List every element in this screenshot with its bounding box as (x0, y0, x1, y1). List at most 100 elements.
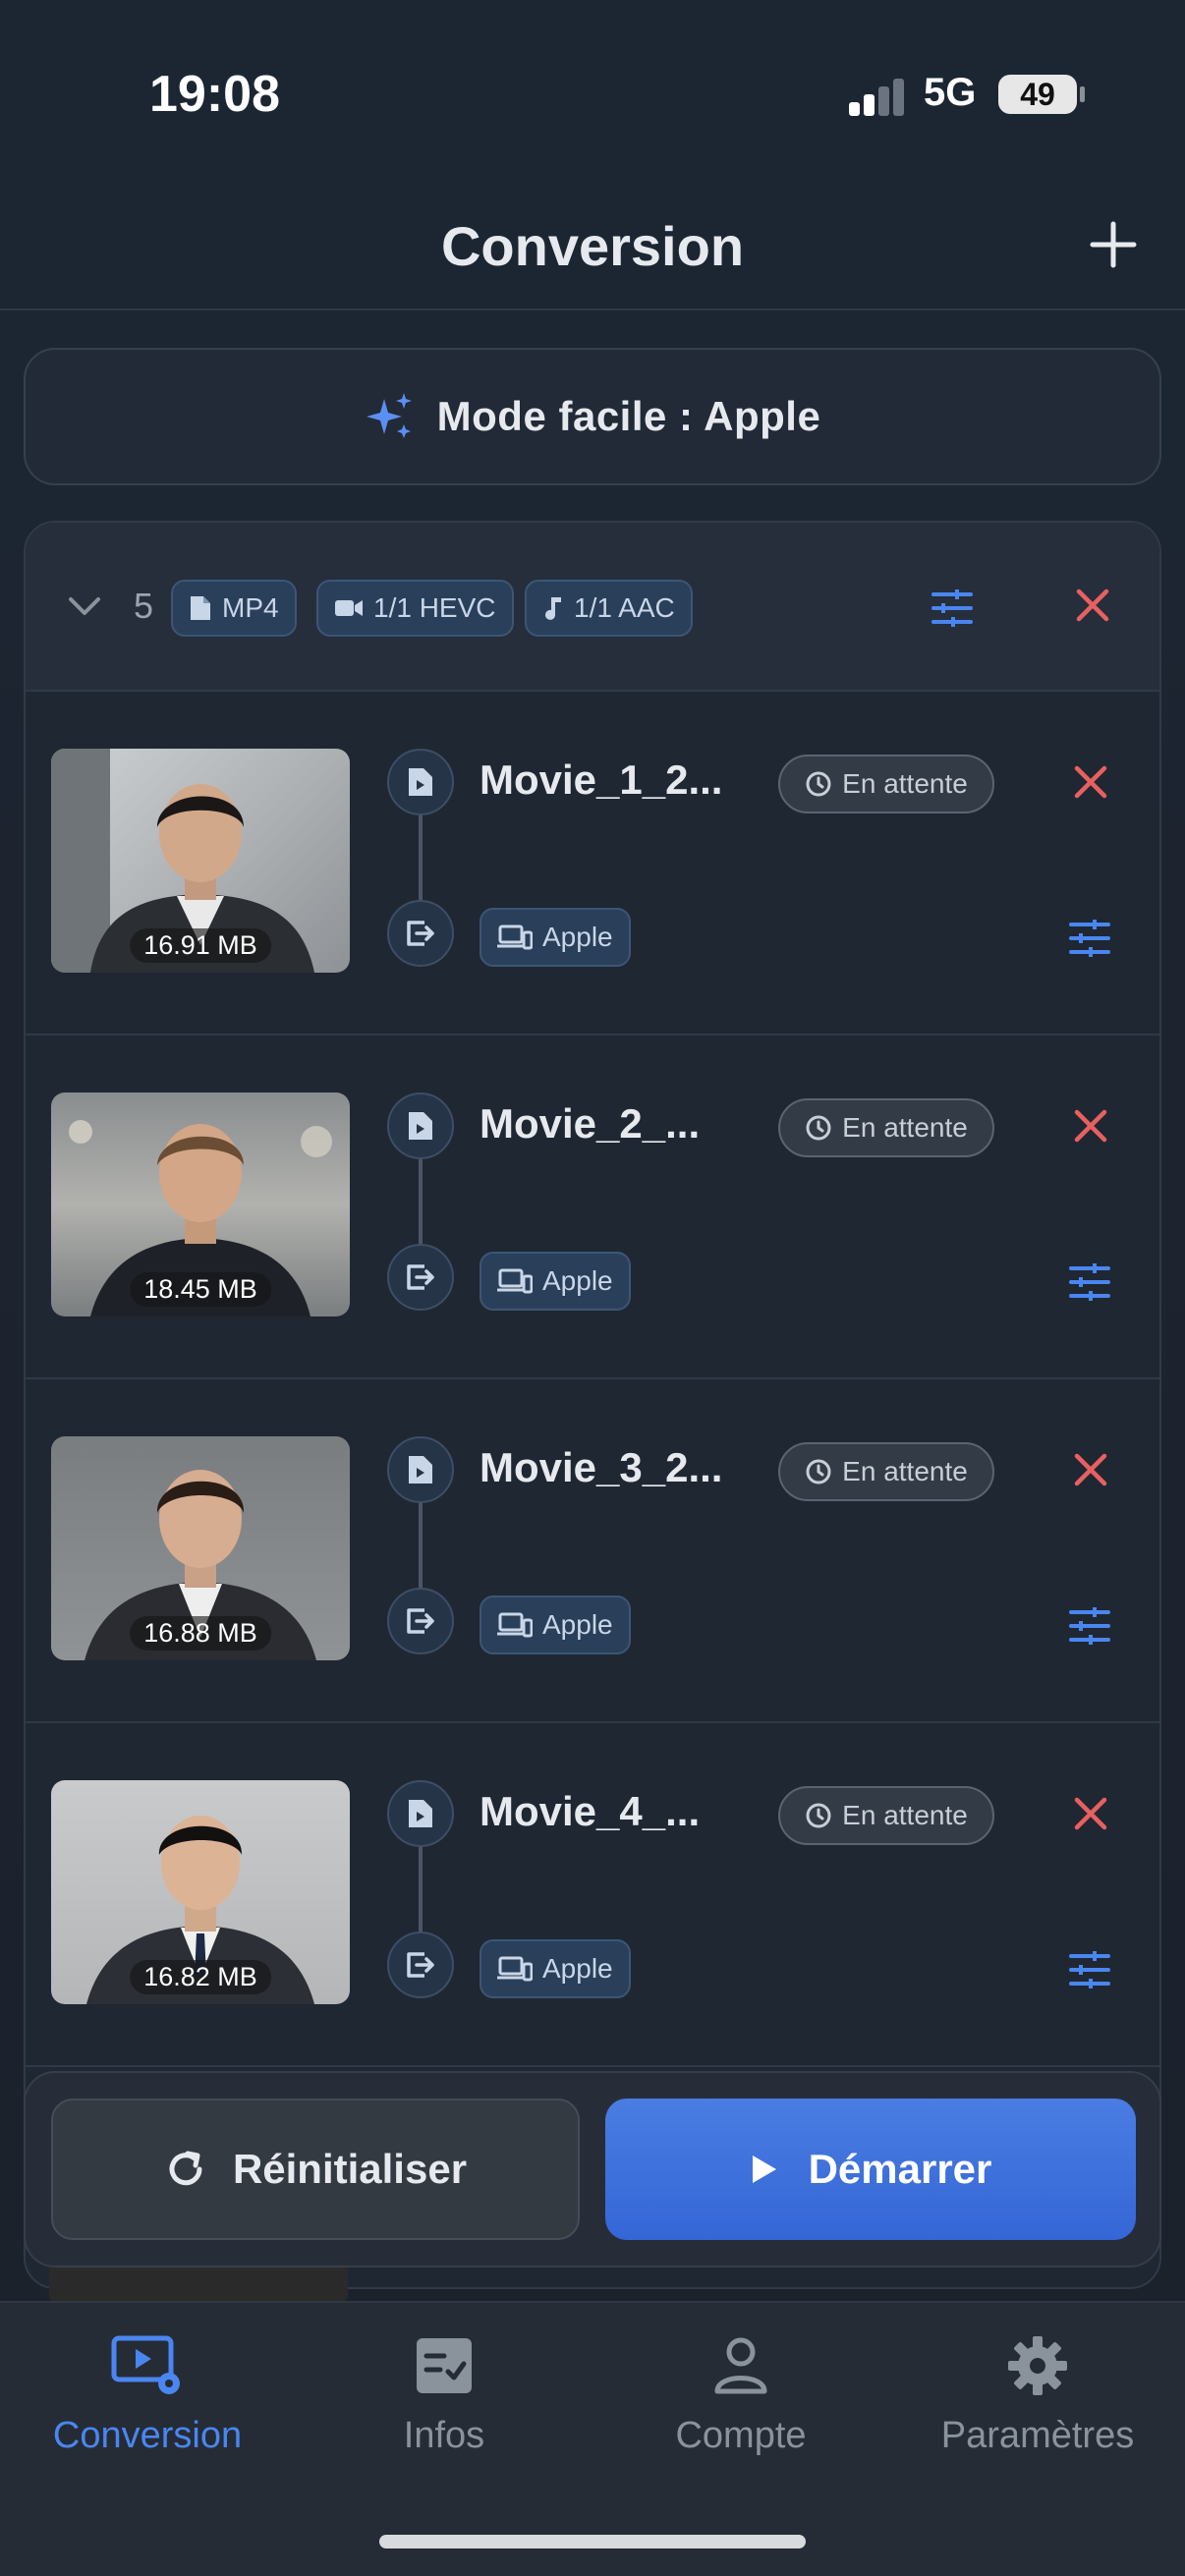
list-item[interactable]: 16.91 MB Movie_1_2... En attente Apple (26, 692, 1159, 1036)
sliders-icon (1069, 1951, 1110, 1988)
file-name: Movie_2_... (480, 1100, 701, 1147)
clock-icon (806, 771, 831, 797)
sparkle-icon (366, 393, 412, 438)
signal-icon (849, 77, 908, 116)
list-item[interactable]: 16.88 MB Movie_3_2... En attente Apple (26, 1379, 1159, 1723)
sliders-icon (1069, 920, 1110, 957)
remove-item-button[interactable] (1071, 1450, 1110, 1494)
tab-conversion[interactable]: Conversion (0, 2326, 295, 2457)
easy-mode-button[interactable]: Mode facile : Apple (24, 348, 1161, 485)
battery-nub (1080, 86, 1085, 102)
video-codec-chip: 1/1 HEVC (316, 580, 514, 637)
export-icon (407, 1608, 434, 1634)
play-icon (752, 2156, 776, 2183)
output-node (387, 900, 454, 967)
start-button[interactable]: Démarrer (605, 2099, 1136, 2240)
close-icon (1076, 588, 1109, 622)
remove-item-button[interactable] (1071, 762, 1110, 807)
refresh-icon (169, 2151, 202, 2186)
reset-button[interactable]: Réinitialiser (51, 2099, 580, 2240)
item-settings-button[interactable] (1067, 1947, 1112, 1997)
tab-compte[interactable]: Compte (593, 2326, 888, 2457)
list-item[interactable]: 16.82 MB Movie_4_... En attente Apple (26, 1723, 1159, 2067)
file-count: 5 (134, 586, 154, 626)
chevron-down-icon[interactable] (65, 591, 104, 626)
file-icon (409, 1112, 432, 1140)
audio-codec-chip: 1/1 AAC (525, 580, 693, 637)
page-title: Conversion (440, 215, 745, 277)
devices-icon (497, 1612, 533, 1638)
tab-parametres[interactable]: Paramètres (890, 2326, 1185, 2457)
status-badge: En attente (778, 1786, 994, 1845)
list-item[interactable]: 18.45 MB Movie_2_... En attente Apple (26, 1036, 1159, 1379)
tab-infos[interactable]: Infos (297, 2326, 592, 2457)
item-settings-button[interactable] (1067, 1603, 1112, 1653)
sliders-icon (1069, 1263, 1110, 1301)
export-icon (407, 1952, 434, 1978)
tab-label: Compte (675, 2415, 807, 2456)
conversion-group: 5 MP4 1/1 HEVC 1/1 AAC 16.91 MB Movie_1_… (24, 521, 1161, 2289)
close-icon (1074, 1797, 1107, 1830)
remove-item-button[interactable] (1071, 1106, 1110, 1150)
file-icon (409, 1800, 432, 1827)
clock-icon (806, 1459, 831, 1484)
file-icon (409, 1456, 432, 1484)
export-icon (407, 1264, 434, 1290)
tab-label: Conversion (52, 2415, 243, 2456)
output-node (387, 1588, 454, 1654)
devices-icon (497, 1268, 533, 1294)
item-settings-button[interactable] (1067, 1260, 1112, 1310)
status-badge: En attente (778, 755, 994, 813)
plus-icon (1090, 221, 1137, 268)
source-node (387, 1092, 454, 1159)
video-thumbnail: 16.91 MB (51, 749, 350, 973)
action-bar: Réinitialiser Démarrer (24, 2071, 1161, 2268)
file-name: Movie_1_2... (480, 756, 723, 803)
remove-item-button[interactable] (1071, 1794, 1110, 1838)
group-settings-button[interactable] (930, 586, 975, 636)
target-device-chip[interactable]: Apple (480, 1252, 631, 1311)
target-device-chip[interactable]: Apple (480, 1939, 631, 1998)
source-node (387, 1780, 454, 1847)
sliders-icon (931, 589, 973, 627)
file-icon (191, 596, 210, 620)
group-close-button[interactable] (1073, 586, 1112, 630)
file-icon (409, 768, 432, 796)
item-settings-button[interactable] (1067, 916, 1112, 966)
output-node (387, 1244, 454, 1311)
pipeline-connector (419, 1829, 423, 1947)
source-node (387, 1436, 454, 1503)
pipeline-connector (419, 798, 423, 916)
export-icon (407, 921, 434, 946)
target-device-chip[interactable]: Apple (480, 1596, 631, 1654)
checklist-icon (297, 2326, 592, 2405)
clock-icon (806, 1803, 831, 1828)
video-settings-icon (0, 2326, 295, 2405)
clock-icon (806, 1115, 831, 1141)
add-button[interactable] (1089, 220, 1138, 269)
file-size-badge: 16.82 MB (130, 1960, 271, 1994)
close-icon (1074, 1453, 1107, 1486)
group-header: 5 MP4 1/1 HEVC 1/1 AAC (26, 523, 1159, 692)
status-badge: En attente (778, 1098, 994, 1157)
battery-icon: 49 (998, 75, 1077, 114)
video-thumbnail: 16.82 MB (51, 1780, 350, 2004)
status-time: 19:08 (149, 66, 280, 123)
output-node (387, 1932, 454, 1998)
file-size-badge: 18.45 MB (130, 1272, 271, 1307)
pipeline-connector (419, 1485, 423, 1603)
pipeline-connector (419, 1142, 423, 1260)
home-indicator (379, 2535, 806, 2548)
person-icon (593, 2326, 888, 2405)
status-badge: En attente (778, 1442, 994, 1501)
target-device-chip[interactable]: Apple (480, 908, 631, 967)
file-name: Movie_4_... (480, 1788, 701, 1834)
file-name: Movie_3_2... (480, 1444, 723, 1490)
status-bar: 19:08 5G 49 (0, 0, 1185, 196)
format-chip: MP4 (171, 580, 297, 637)
video-camera-icon (335, 600, 363, 616)
close-icon (1074, 765, 1107, 799)
file-size-badge: 16.88 MB (130, 1616, 271, 1651)
nav-header: Conversion (0, 196, 1185, 310)
music-note-icon (545, 597, 561, 620)
